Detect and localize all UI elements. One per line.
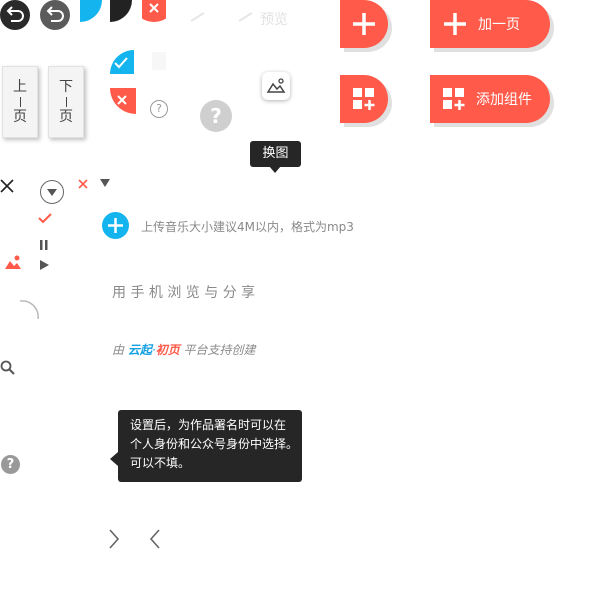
preview-faint-icon — [238, 12, 253, 22]
undo-icon — [6, 6, 24, 22]
faint-placeholder — [152, 52, 166, 70]
next-page-char-1: 下 — [59, 79, 73, 95]
plus-icon — [108, 218, 123, 233]
close-corner-button[interactable] — [142, 0, 166, 22]
upload-music-button[interactable] — [102, 212, 129, 239]
search-icon[interactable] — [0, 360, 16, 376]
add-page-label: 加一页 — [478, 17, 520, 33]
mountain-image-icon — [266, 78, 286, 93]
help-filled-icon[interactable]: ? — [200, 100, 232, 132]
prev-page-char-1: 上 — [13, 79, 27, 95]
image-red-icon — [5, 255, 21, 269]
check-icon — [114, 57, 128, 69]
check-red-icon — [38, 213, 52, 224]
brand-chuye-link[interactable]: 初页 — [156, 343, 180, 357]
add-page-icon-button[interactable] — [340, 0, 388, 48]
brand-yunqi-link[interactable]: 云起 — [128, 343, 152, 357]
plus-icon — [353, 13, 375, 35]
close-icon[interactable] — [0, 179, 14, 193]
undo-dark-button[interactable] — [0, 0, 30, 30]
tooltip-line-3: 可以不填。 — [130, 456, 191, 470]
close-red-icon[interactable] — [78, 179, 88, 189]
next-page-button[interactable]: 下 页 — [48, 66, 84, 138]
powered-by-prefix: 由 — [112, 343, 125, 357]
prev-page-char-2: 页 — [13, 109, 27, 125]
add-widget-icon — [443, 88, 465, 110]
caret-down-icon — [47, 189, 57, 196]
black-corner-button[interactable] — [110, 0, 132, 22]
add-widget-icon — [353, 88, 375, 110]
undo-gray-button[interactable] — [40, 0, 70, 30]
delete-corner-badge[interactable] — [110, 88, 136, 114]
add-component-icon-button[interactable] — [340, 75, 388, 123]
next-page-char-2: 页 — [59, 109, 73, 125]
add-component-label: 添加组件 — [476, 92, 532, 108]
powered-by-suffix: 平台支持创建 — [183, 343, 256, 357]
tooltip-line-1: 设置后，为作品署名时可以在 — [130, 418, 287, 432]
loading-spinner-icon — [19, 300, 39, 320]
author-info-tooltip: 设置后，为作品署名时可以在 个人身份和公众号身份中选择。 可以不填。 — [118, 410, 302, 482]
powered-by-line: 由 云起·初页 平台支持创建 — [112, 341, 256, 358]
caret-down-icon[interactable] — [100, 179, 110, 187]
add-page-button[interactable]: 加一页 — [430, 0, 550, 48]
tooltip-line-2: 个人身份和公众号身份中选择。 — [130, 437, 299, 451]
undo-icon — [46, 6, 64, 22]
share-text: 用 手 机 浏 览 与 分 享 — [112, 285, 256, 301]
help-outline-icon[interactable]: ? — [150, 100, 168, 118]
play-icon[interactable] — [40, 260, 49, 270]
close-icon — [149, 3, 159, 13]
swap-image-tooltip: 换图 — [250, 141, 301, 167]
swap-image-button[interactable] — [262, 72, 290, 100]
chevron-left-icon[interactable] — [149, 529, 161, 549]
tooltip-arrow-left — [110, 452, 118, 466]
tooltip-arrow — [269, 166, 281, 173]
help-icon[interactable]: ? — [1, 455, 20, 474]
prev-page-button[interactable]: 上 页 — [2, 66, 38, 138]
add-component-button[interactable]: 添加组件 — [430, 75, 550, 123]
dropdown-circle-button[interactable] — [40, 180, 64, 204]
cyan-corner-button[interactable] — [80, 0, 102, 22]
selected-check-badge[interactable] — [110, 50, 134, 74]
preview-label[interactable]: 预览 — [260, 9, 288, 29]
pause-icon[interactable] — [39, 240, 49, 250]
chevron-right-icon[interactable] — [108, 529, 120, 549]
upload-hint: 上传音乐大小建议4M以内，格式为mp3 — [141, 220, 354, 234]
close-icon — [117, 95, 127, 105]
plus-icon — [444, 13, 466, 35]
edit-faint-icon — [190, 12, 205, 22]
